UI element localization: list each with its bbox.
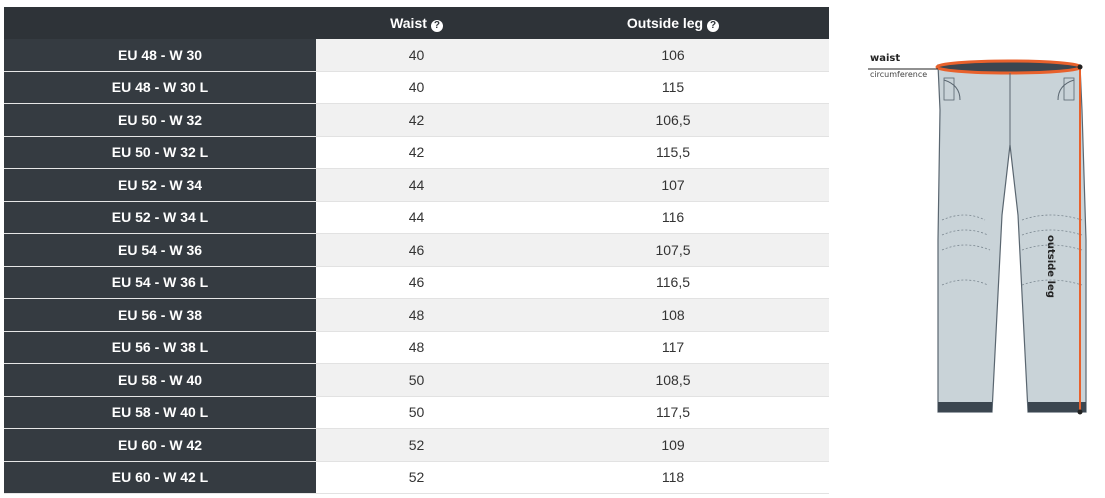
outside-leg-cell: 106	[517, 39, 829, 72]
trousers-icon	[868, 59, 1087, 415]
waist-cell: 44	[316, 168, 517, 202]
size-cell: EU 54 - W 36 L	[4, 266, 316, 299]
outside-leg-cell: 115,5	[517, 136, 829, 169]
table-header-row: Waist? Outside leg?	[4, 7, 829, 39]
waist-cell: 50	[316, 363, 517, 397]
size-cell: EU 60 - W 42	[4, 428, 316, 462]
outside-leg-help-icon[interactable]: ?	[707, 19, 720, 32]
outside-leg-cell: 108	[517, 298, 829, 332]
waist-cell: 46	[316, 266, 517, 299]
size-chart-table: Waist? Outside leg? EU 48 - W 30 40 106 EU …	[4, 7, 829, 494]
outside-leg-cell: 116,5	[517, 266, 829, 299]
table-row: EU 48 - W 30 L 40 115	[4, 71, 829, 104]
size-chart-table-container: Waist? Outside leg? EU 48 - W 30 40 106 EU …	[4, 7, 829, 494]
waist-cell: 52	[316, 428, 517, 462]
outside-leg-cell: 107,5	[517, 233, 829, 267]
table-row: EU 52 - W 34 44 107	[4, 168, 829, 202]
outside-leg-diagram-label: outside leg	[1045, 235, 1056, 298]
waist-diagram-label: waist	[870, 53, 901, 64]
table-row: EU 50 - W 32 L 42 115,5	[4, 136, 829, 169]
waist-cell: 48	[316, 331, 517, 364]
size-cell: EU 60 - W 42 L	[4, 461, 316, 494]
outside-leg-cell: 109	[517, 428, 829, 462]
outside-leg-cell: 116	[517, 201, 829, 234]
size-cell: EU 56 - W 38 L	[4, 331, 316, 364]
size-cell: EU 50 - W 32	[4, 103, 316, 137]
table-row: EU 48 - W 30 40 106	[4, 39, 829, 72]
table-row: EU 58 - W 40 50 108,5	[4, 363, 829, 397]
waist-cell: 46	[316, 233, 517, 267]
waist-cell: 40	[316, 71, 517, 104]
waist-cell: 42	[316, 103, 517, 137]
circumference-diagram-label: circumference	[870, 70, 928, 79]
outside-leg-header-label: Outside leg	[626, 14, 704, 31]
table-row: EU 52 - W 34 L 44 116	[4, 201, 829, 234]
outside-leg-cell: 117	[517, 331, 829, 364]
size-cell: EU 48 - W 30	[4, 39, 316, 72]
outside-leg-column-header: Outside leg?	[517, 7, 829, 39]
size-cell: EU 54 - W 36	[4, 233, 316, 267]
outside-leg-cell: 107	[517, 168, 829, 202]
waist-column-header: Waist?	[316, 7, 517, 39]
waist-help-icon[interactable]: ?	[430, 19, 443, 32]
table-row: EU 60 - W 42 L 52 118	[4, 461, 829, 494]
waist-cell: 48	[316, 298, 517, 332]
size-cell: EU 58 - W 40	[4, 363, 316, 397]
size-cell: EU 56 - W 38	[4, 298, 316, 332]
outside-leg-cell: 115	[517, 71, 829, 104]
outside-leg-cell: 117,5	[517, 396, 829, 429]
waist-cell: 40	[316, 39, 517, 72]
size-column-header	[4, 7, 316, 39]
table-row: EU 60 - W 42 52 109	[4, 428, 829, 462]
size-cell: EU 48 - W 30 L	[4, 71, 316, 104]
size-cell: EU 52 - W 34	[4, 168, 316, 202]
waist-cell: 52	[316, 461, 517, 494]
table-row: EU 56 - W 38 L 48 117	[4, 331, 829, 364]
trousers-measurement-diagram: waist circumference outside leg	[860, 40, 1105, 440]
table-row: EU 50 - W 32 42 106,5	[4, 103, 829, 137]
outside-leg-cell: 118	[517, 461, 829, 494]
waist-cell: 44	[316, 201, 517, 234]
table-row: EU 56 - W 38 48 108	[4, 298, 829, 332]
table-row: EU 54 - W 36 L 46 116,5	[4, 266, 829, 299]
size-cell: EU 58 - W 40 L	[4, 396, 316, 429]
waist-cell: 50	[316, 396, 517, 429]
table-row: EU 58 - W 40 L 50 117,5	[4, 396, 829, 429]
table-row: EU 54 - W 36 46 107,5	[4, 233, 829, 267]
outside-leg-cell: 108,5	[517, 363, 829, 397]
waist-cell: 42	[316, 136, 517, 169]
size-cell: EU 50 - W 32 L	[4, 136, 316, 169]
outside-leg-cell: 106,5	[517, 103, 829, 137]
size-cell: EU 52 - W 34 L	[4, 201, 316, 234]
waist-header-label: Waist	[390, 14, 427, 31]
